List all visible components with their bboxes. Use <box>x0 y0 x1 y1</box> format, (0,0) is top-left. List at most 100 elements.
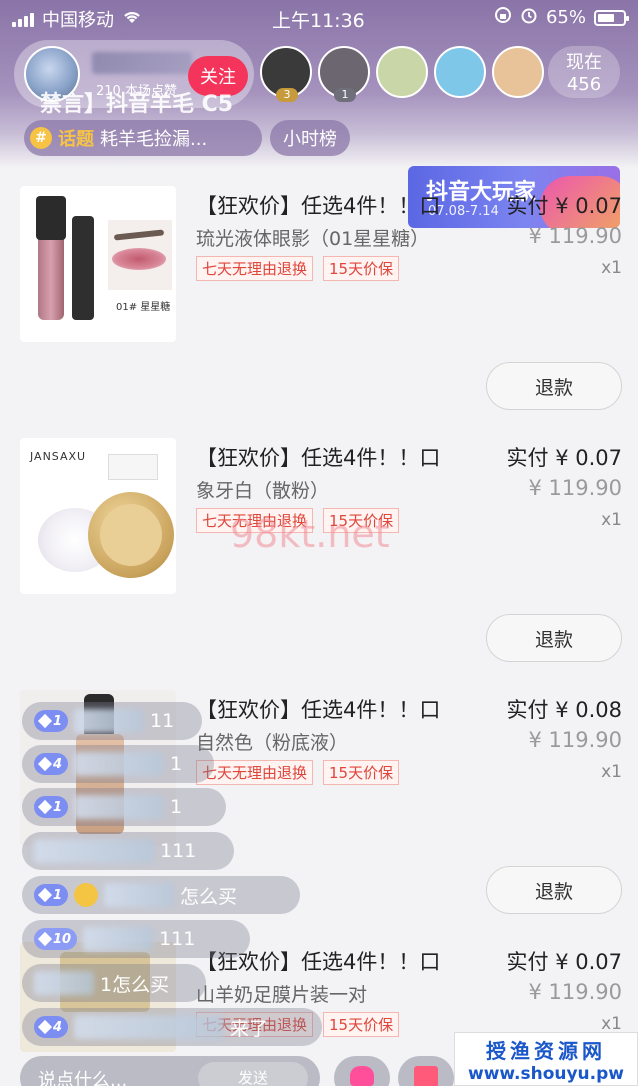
chat-text: 111 <box>160 840 197 862</box>
watermark-text: 98kt.net <box>230 512 390 556</box>
username-blurred <box>74 709 145 733</box>
viewer-rank-badge: 3 <box>276 88 298 102</box>
chat-text: 111 <box>159 928 196 950</box>
chat-message[interactable]: 4 来了 <box>22 1008 322 1046</box>
username-blurred <box>104 883 175 907</box>
gift-button[interactable] <box>398 1056 454 1086</box>
original-price: ¥ 119.90 <box>528 728 622 752</box>
order-item[interactable]: JANSAXU 【狂欢价】任选4件！！口 实付 ¥ 0.07 象牙白（散粉） ¥… <box>0 438 638 690</box>
product-variant: 自然色（粉底液） <box>196 732 349 754</box>
host-name-blurred <box>92 52 192 74</box>
top-viewers: 3 1 <box>260 46 544 102</box>
level-number: 1 <box>53 713 63 729</box>
paid-amount: 实付 ¥ 0.07 <box>506 950 622 974</box>
clock: 上午11:36 <box>272 10 365 32</box>
username-blurred <box>34 971 94 995</box>
product-title: 【狂欢价】任选4件！！口 <box>196 446 441 470</box>
comment-input[interactable]: 说点什么... 发送 <box>20 1056 320 1086</box>
viewer-avatar[interactable] <box>492 46 544 98</box>
product-variant: 琉光液体眼影（01星星糖） <box>196 228 430 250</box>
chat-message[interactable]: 1 怎么买 <box>22 876 300 914</box>
viewer-count-label: 现在 <box>566 52 602 73</box>
quantity: x1 <box>601 1014 622 1034</box>
product-variant: 象牙白（散粉） <box>196 480 330 502</box>
user-level-badge: 1 <box>34 884 69 906</box>
viewer-avatar[interactable]: 1 <box>318 46 370 102</box>
like-button[interactable] <box>334 1056 390 1086</box>
lipgloss-cap <box>36 196 66 240</box>
hash-icon: # <box>30 127 52 149</box>
powder-box <box>108 454 158 480</box>
quantity: x1 <box>601 510 622 530</box>
service-tag: 七天无理由退换 <box>196 256 314 281</box>
thumb-label: JANSAXU <box>30 450 87 463</box>
username-blurred <box>74 752 165 776</box>
heart-icon <box>350 1066 374 1086</box>
gift-icon <box>414 1066 438 1086</box>
product-thumbnail[interactable]: JANSAXU <box>20 438 176 594</box>
chat-text: 怎么买 <box>180 885 238 908</box>
diamond-icon <box>37 1019 53 1035</box>
user-level-badge: 4 <box>34 1016 69 1038</box>
chat-text: 1怎么买 <box>100 973 170 996</box>
powder-lid-inner <box>100 504 162 566</box>
chat-message[interactable]: 1怎么买 <box>22 964 206 1002</box>
wifi-icon <box>122 9 142 30</box>
room-title: 禁言】抖音羊毛 C5 <box>40 92 234 117</box>
chat-message[interactable]: 10 111 <box>22 920 250 958</box>
level-number: 10 <box>53 931 72 947</box>
paid-amount: 实付 ¥ 0.08 <box>506 698 622 722</box>
live-header-overlay: 中国移动 上午11:36 65% 210 本场点赞 关注 3 1 现在 456 … <box>0 0 638 168</box>
watermark-line2: www.shouyu.pw <box>467 1064 624 1084</box>
paid-amount: 实付 ¥ 0.07 <box>506 194 622 218</box>
diamond-icon <box>37 931 53 947</box>
viewer-rank-badge: 1 <box>334 88 356 102</box>
original-price: ¥ 119.90 <box>528 224 622 248</box>
viewer-avatar[interactable] <box>434 46 486 98</box>
eye-lid <box>112 248 166 270</box>
viewer-avatar[interactable] <box>376 46 428 98</box>
thumb-label: 01# 星星糖 <box>116 302 171 313</box>
chat-text: 来了 <box>230 1017 269 1040</box>
signal-icon <box>12 11 34 27</box>
diamond-icon <box>37 799 53 815</box>
refund-button[interactable]: 退款 <box>486 362 622 410</box>
chat-text: 1 <box>170 753 183 775</box>
comment-placeholder: 说点什么... <box>38 1070 128 1086</box>
battery-icon <box>594 9 629 26</box>
chat-message[interactable]: 1 1 <box>22 788 226 826</box>
diamond-icon <box>37 756 53 772</box>
hourly-rank-button[interactable]: 小时榜 <box>270 120 350 156</box>
refund-button[interactable]: 退款 <box>486 866 622 914</box>
quantity: x1 <box>601 258 622 278</box>
username-blurred <box>74 1015 225 1039</box>
username-blurred <box>83 927 154 951</box>
viewer-count-number: 456 <box>566 74 602 95</box>
chat-text: 11 <box>150 710 175 732</box>
chat-message[interactable]: 111 <box>22 832 234 870</box>
viewer-avatar[interactable]: 3 <box>260 46 312 102</box>
alarm-icon <box>520 6 538 29</box>
carrier-label: 中国移动 <box>42 10 114 31</box>
watermark-badge: 授渔资源网 www.shouyu.pw <box>454 1032 638 1086</box>
status-bar: 中国移动 上午11:36 65% <box>0 0 638 34</box>
send-chip[interactable]: 发送 <box>198 1062 308 1086</box>
refund-button[interactable]: 退款 <box>486 614 622 662</box>
product-title: 【狂欢价】任选4件！！口 <box>196 194 441 218</box>
chat-text: 1 <box>170 796 183 818</box>
rotation-lock-icon <box>494 6 512 29</box>
diamond-icon <box>37 713 53 729</box>
paid-amount: 实付 ¥ 0.07 <box>506 446 622 470</box>
diamond-icon <box>37 887 53 903</box>
username-blurred <box>74 795 165 819</box>
order-item[interactable]: 01# 星星糖 【狂欢价】任选4件！！口 实付 ¥ 0.07 琉光液体眼影（01… <box>0 186 638 438</box>
chat-message[interactable]: 1 11 <box>22 702 202 740</box>
chat-message[interactable]: 4 1 <box>22 745 214 783</box>
wand-image <box>72 216 94 320</box>
topic-chip[interactable]: # 话题 耗羊毛捡漏... <box>24 120 262 156</box>
product-title: 【狂欢价】任选4件！！口 <box>196 698 441 722</box>
user-level-badge: 1 <box>34 796 69 818</box>
product-thumbnail[interactable]: 01# 星星糖 <box>20 186 176 342</box>
user-level-badge: 10 <box>34 928 78 950</box>
viewer-count[interactable]: 现在 456 <box>548 46 620 98</box>
